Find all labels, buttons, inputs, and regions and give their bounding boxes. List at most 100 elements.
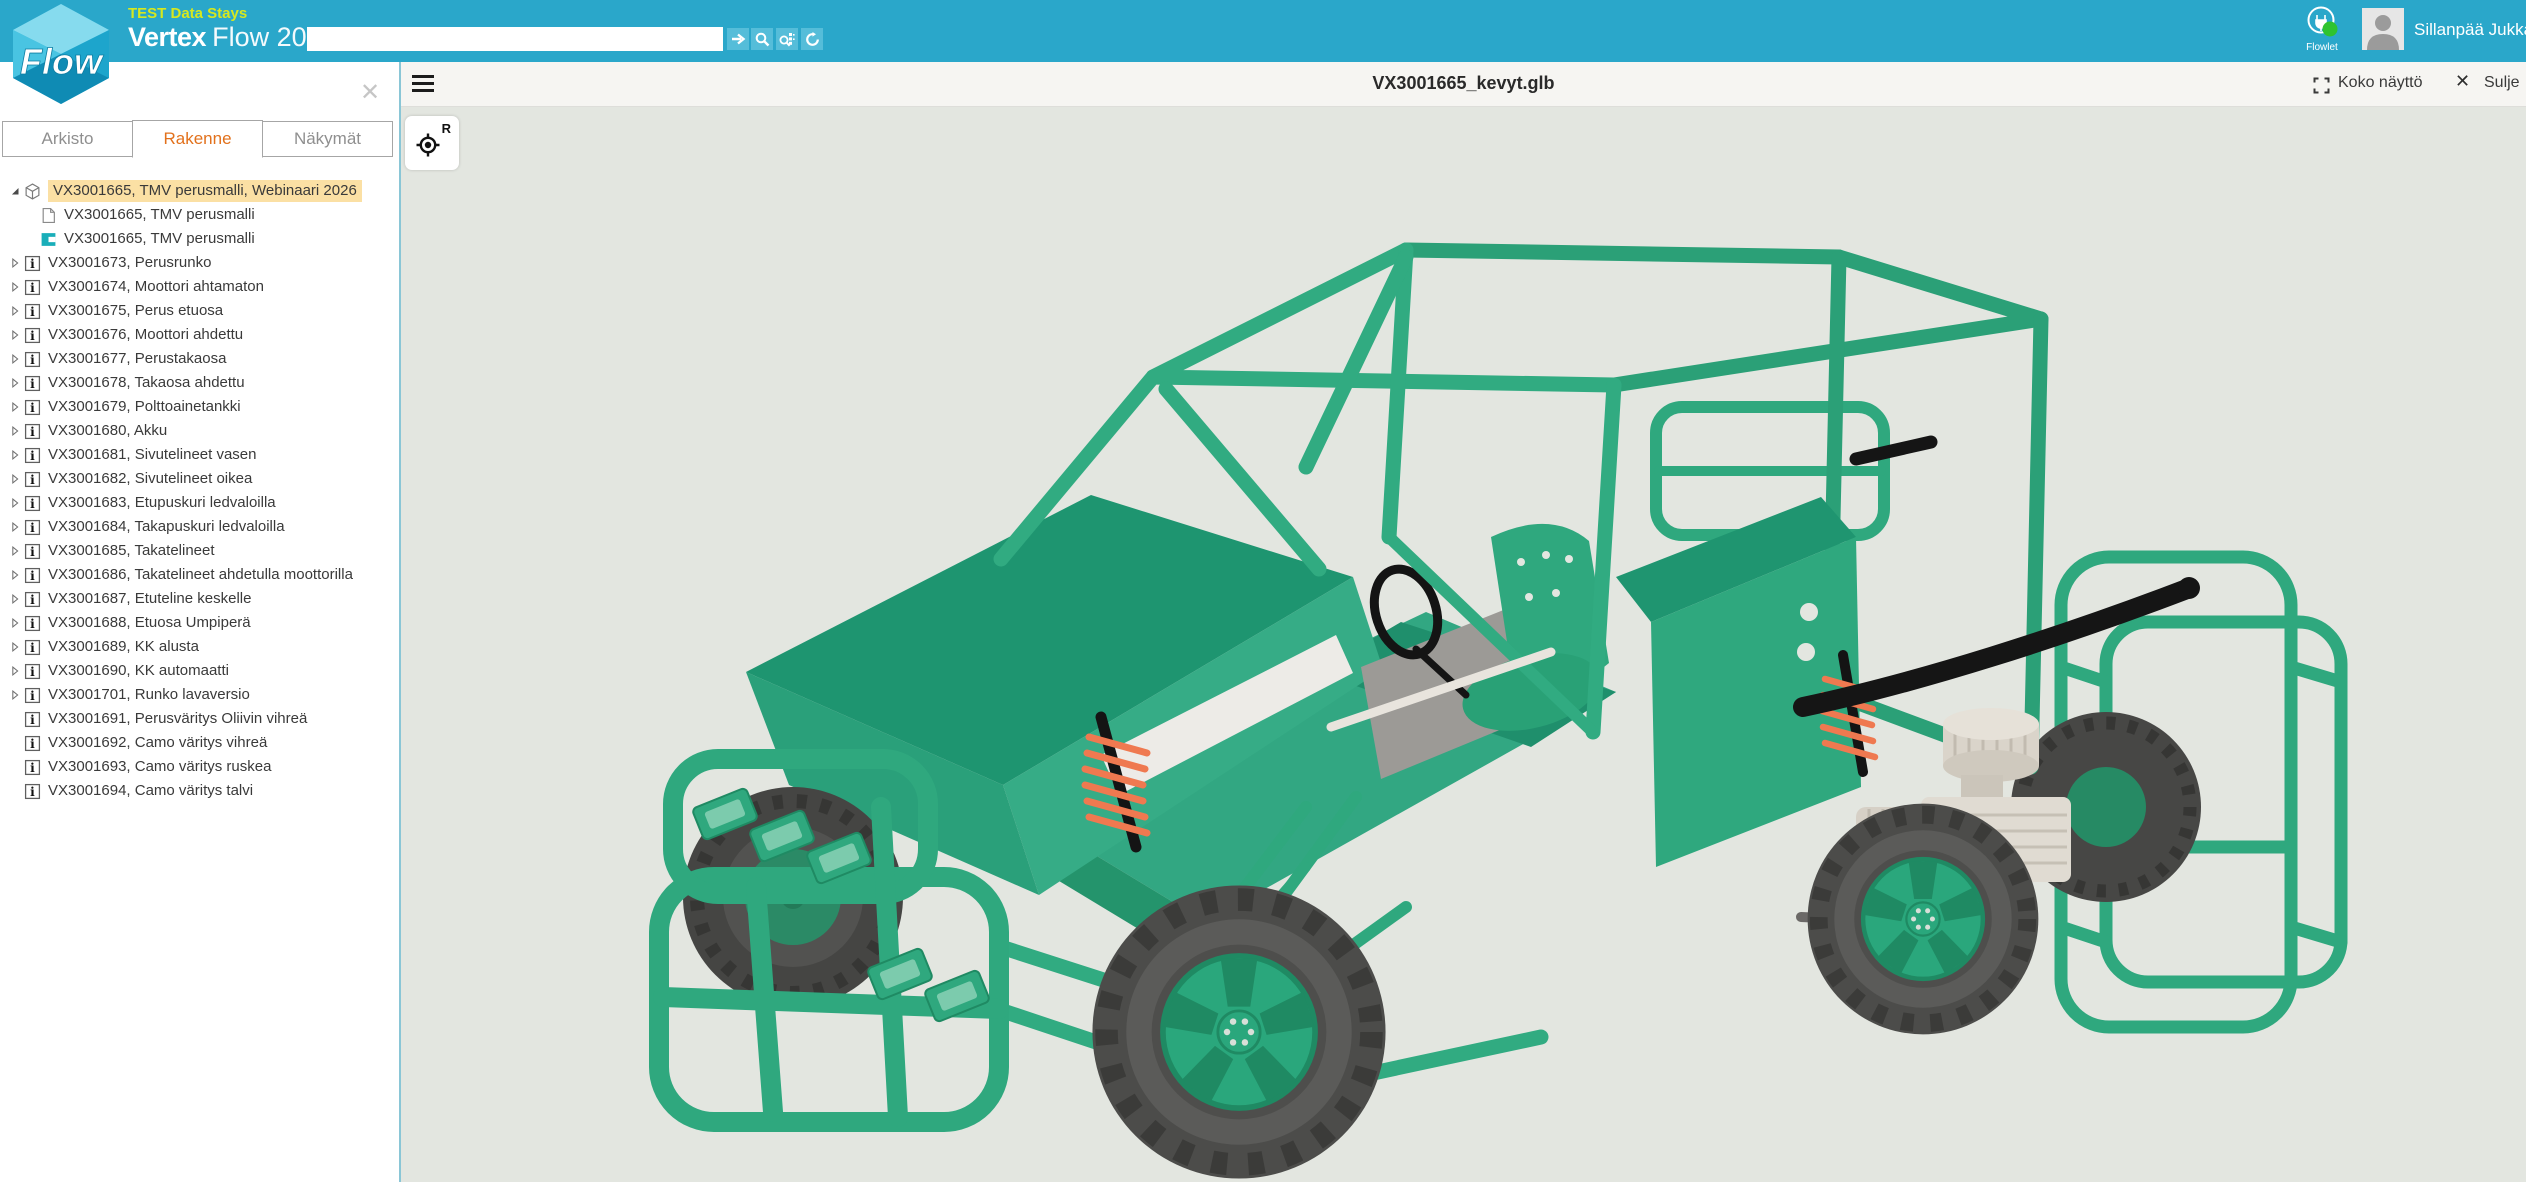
- tree-item-label: VX3001687, Etuteline keskelle: [48, 589, 251, 609]
- panel-divider[interactable]: [399, 62, 401, 1182]
- tree-item[interactable]: VX3001688, Etuosa Umpiperä: [0, 611, 399, 635]
- 3d-model: [401, 107, 2526, 1182]
- tree-item[interactable]: VX3001687, Etuteline keskelle: [0, 587, 399, 611]
- expand-arrow-slot: [8, 711, 24, 727]
- flow-logo[interactable]: Flow: [6, 2, 116, 106]
- info-icon: [24, 519, 41, 536]
- info-icon: [24, 327, 41, 344]
- expand-arrow-icon[interactable]: [8, 423, 24, 439]
- info-icon: [24, 423, 41, 440]
- expand-arrow-icon[interactable]: [8, 519, 24, 535]
- tree-item-label: VX3001694, Camo väritys talvi: [48, 781, 253, 801]
- viewer-close-icon[interactable]: ✕: [2455, 71, 2470, 92]
- tree-item[interactable]: VX3001686, Takatelineet ahdetulla mootto…: [0, 563, 399, 587]
- expand-arrow-icon[interactable]: [8, 663, 24, 679]
- tree-item-label: VX3001677, Perustakaosa: [48, 349, 226, 369]
- tree-item[interactable]: VX3001690, KK automaatti: [0, 659, 399, 683]
- tree-item-label: VX3001665, TMV perusmalli, Webinaari 202…: [48, 180, 362, 202]
- expand-arrow-icon[interactable]: [8, 639, 24, 655]
- user-avatar[interactable]: [2362, 8, 2404, 50]
- panel-close-icon[interactable]: ✕: [360, 78, 380, 107]
- search-input[interactable]: [307, 27, 723, 51]
- tree-item[interactable]: VX3001678, Takaosa ahdettu: [0, 371, 399, 395]
- reset-view-label: R: [442, 121, 451, 136]
- tab-arkisto[interactable]: Arkisto: [2, 121, 133, 157]
- tree-item-label: VX3001690, KK automaatti: [48, 661, 229, 681]
- tree-item[interactable]: VX3001684, Takapuskuri ledvaloilla: [0, 515, 399, 539]
- tree-item[interactable]: VX3001665, TMV perusmalli: [0, 203, 399, 227]
- info-icon: [24, 399, 41, 416]
- tree-item[interactable]: VX3001675, Perus etuosa: [0, 299, 399, 323]
- tree-item-label: VX3001693, Camo väritys ruskea: [48, 757, 271, 777]
- expand-arrow-icon[interactable]: [8, 471, 24, 487]
- tree-item[interactable]: VX3001665, TMV perusmalli, Webinaari 202…: [0, 179, 399, 203]
- expand-arrow-icon[interactable]: [8, 399, 24, 415]
- tree-item-label: VX3001685, Takatelineet: [48, 541, 215, 561]
- tree-item[interactable]: VX3001689, KK alusta: [0, 635, 399, 659]
- tree-item[interactable]: VX3001691, Perusväritys Oliivin vihreä: [0, 707, 399, 731]
- fullscreen-button[interactable]: Koko näyttö: [2338, 74, 2423, 92]
- refresh-button[interactable]: [801, 28, 823, 50]
- expand-arrow-icon[interactable]: [8, 255, 24, 271]
- expand-arrow-icon[interactable]: [8, 279, 24, 295]
- tree-item[interactable]: VX3001692, Camo väritys vihreä: [0, 731, 399, 755]
- viewer-close-button[interactable]: Sulje: [2484, 74, 2520, 92]
- expand-arrow-icon[interactable]: [8, 543, 24, 559]
- advanced-search-button[interactable]: [776, 28, 798, 50]
- expand-arrow-slot: [8, 735, 24, 751]
- assembly-icon: [24, 183, 41, 200]
- tree-item[interactable]: VX3001701, Runko lavaversio: [0, 683, 399, 707]
- tree-item[interactable]: VX3001685, Takatelineet: [0, 539, 399, 563]
- expand-arrow-icon[interactable]: [8, 567, 24, 583]
- tab-näkymät[interactable]: Näkymät: [262, 121, 393, 157]
- info-icon: [24, 615, 41, 632]
- tree-item[interactable]: VX3001665, TMV perusmalli: [0, 227, 399, 251]
- tree-item[interactable]: VX3001693, Camo väritys ruskea: [0, 755, 399, 779]
- tree-item[interactable]: VX3001674, Moottori ahtamaton: [0, 275, 399, 299]
- tree-item[interactable]: VX3001694, Camo väritys talvi: [0, 779, 399, 803]
- tree-item[interactable]: VX3001682, Sivutelineet oikea: [0, 467, 399, 491]
- info-icon: [24, 303, 41, 320]
- expand-arrow-icon[interactable]: [8, 447, 24, 463]
- tree-item[interactable]: VX3001683, Etupuskuri ledvaloilla: [0, 491, 399, 515]
- expand-arrow-icon[interactable]: [8, 303, 24, 319]
- info-icon: [24, 687, 41, 704]
- expand-arrow-icon[interactable]: [8, 615, 24, 631]
- search-go-button[interactable]: [727, 28, 749, 50]
- expand-arrow-icon[interactable]: [8, 375, 24, 391]
- expand-arrow-icon[interactable]: [8, 495, 24, 511]
- expand-arrow-slot: [8, 759, 24, 775]
- svg-text:Flow: Flow: [20, 41, 104, 82]
- panel-tabs: ArkistoRakenneNäkymät: [2, 121, 392, 158]
- expand-arrow-slot: [8, 207, 24, 223]
- tab-rakenne[interactable]: Rakenne: [132, 120, 263, 158]
- expand-arrow-icon[interactable]: [8, 183, 24, 199]
- flowlet-button[interactable]: Flowlet: [2296, 5, 2348, 59]
- tree-item-label: VX3001678, Takaosa ahdettu: [48, 373, 245, 393]
- user-name[interactable]: Sillanpää Jukka: [2414, 20, 2526, 40]
- environment-label: TEST Data Stays: [128, 5, 247, 22]
- tree-item[interactable]: VX3001673, Perusrunko: [0, 251, 399, 275]
- tree-item[interactable]: VX3001677, Perustakaosa: [0, 347, 399, 371]
- expand-arrow-icon[interactable]: [8, 327, 24, 343]
- expand-arrow-icon[interactable]: [8, 351, 24, 367]
- info-icon: [24, 567, 41, 584]
- tree-item[interactable]: VX3001680, Akku: [0, 419, 399, 443]
- reset-view-button[interactable]: R: [405, 116, 459, 170]
- search-button[interactable]: [751, 28, 773, 50]
- tree-item-label: VX3001689, KK alusta: [48, 637, 199, 657]
- tree-item-label: VX3001665, TMV perusmalli: [64, 229, 255, 249]
- tree-item[interactable]: VX3001676, Moottori ahdettu: [0, 323, 399, 347]
- expand-arrow-icon[interactable]: [8, 687, 24, 703]
- home-target-icon: [415, 132, 441, 158]
- tree-item-label: VX3001673, Perusrunko: [48, 253, 211, 273]
- tree-item[interactable]: VX3001679, Polttoainetankki: [0, 395, 399, 419]
- info-icon: [24, 735, 41, 752]
- info-icon: [24, 639, 41, 656]
- tree-item[interactable]: VX3001681, Sivutelineet vasen: [0, 443, 399, 467]
- info-icon: [24, 351, 41, 368]
- viewer-menu-button[interactable]: [412, 75, 434, 96]
- expand-arrow-icon[interactable]: [8, 591, 24, 607]
- fullscreen-icon[interactable]: [2313, 77, 2330, 94]
- flowlet-label: Flowlet: [2296, 42, 2348, 53]
